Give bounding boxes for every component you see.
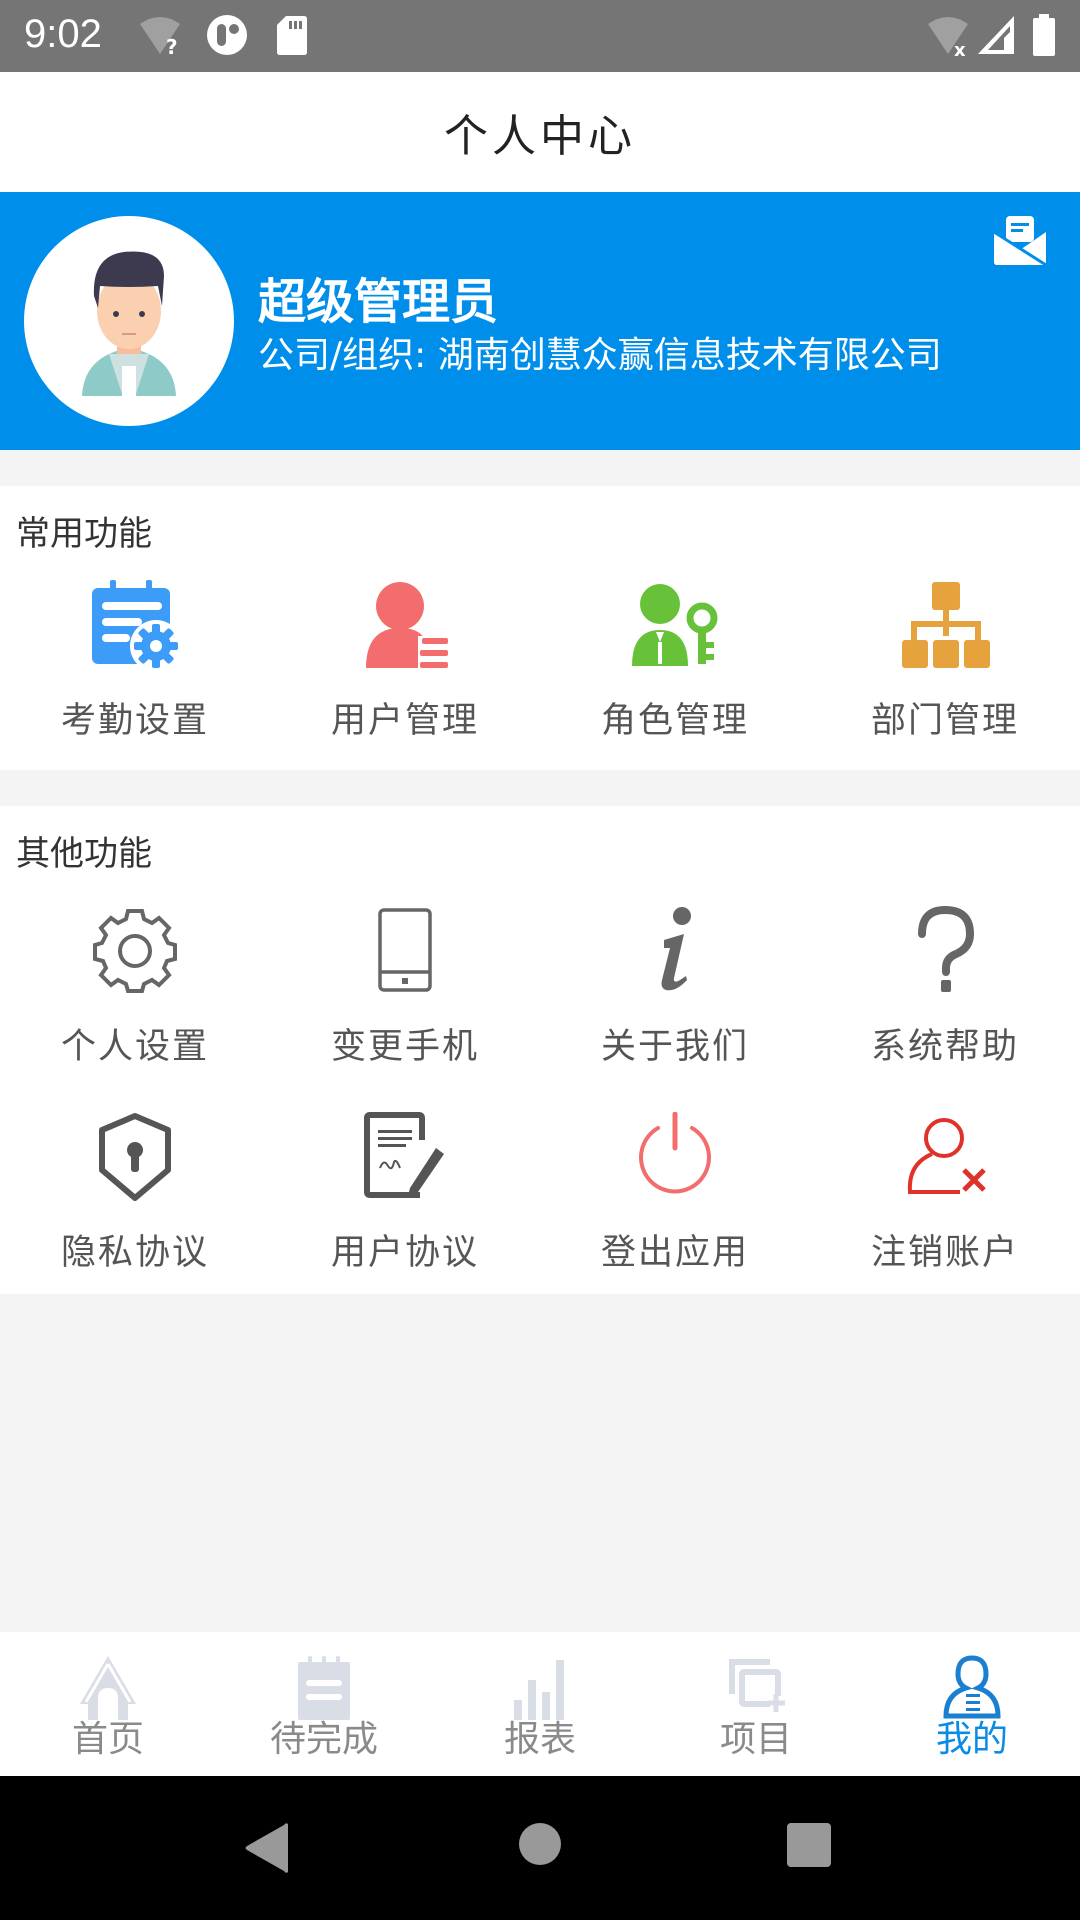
- item-label: 变更手机: [330, 1027, 479, 1067]
- item-label: 登出应用: [600, 1233, 749, 1273]
- item-label: 隐私协议: [60, 1233, 209, 1273]
- section-title: 其他功能: [16, 834, 152, 874]
- logout-item[interactable]: 登出应用: [540, 1112, 810, 1282]
- other-functions-section: 其他功能 个人设置 变更手机 关于我们 系统帮助 隐私协议 用户协议 登出应用 …: [0, 806, 1080, 1294]
- section-title: 常用功能: [16, 514, 152, 554]
- help-question-icon: [918, 906, 975, 992]
- tab-mine[interactable]: 我的: [864, 1632, 1080, 1776]
- tab-report[interactable]: 报表: [432, 1632, 648, 1776]
- delete-account-item[interactable]: 注销账户: [810, 1112, 1080, 1282]
- tab-label: 待完成: [269, 1719, 378, 1760]
- privacy-shield-icon: [99, 1113, 171, 1201]
- about-us-item[interactable]: 关于我们: [540, 906, 810, 1076]
- gear-icon: [93, 909, 177, 993]
- system-navigation-bar: [0, 1776, 1080, 1920]
- back-icon[interactable]: [244, 1822, 290, 1874]
- phone-icon: [378, 908, 432, 992]
- user-management-icon: [366, 582, 448, 670]
- remove-user-icon: [907, 1118, 986, 1194]
- change-phone-item[interactable]: 变更手机: [270, 906, 540, 1076]
- status-time: 9:02: [24, 12, 102, 56]
- org-chart-icon: [902, 582, 990, 668]
- role-management-item[interactable]: 角色管理: [540, 580, 810, 750]
- cell-signal-icon: [978, 16, 1014, 54]
- tab-label: 项目: [719, 1719, 792, 1760]
- envelope-open-icon[interactable]: [992, 212, 1048, 268]
- item-label: 考勤设置: [60, 701, 209, 741]
- home-circle-icon[interactable]: [518, 1822, 562, 1866]
- user-name: 超级管理员: [258, 274, 499, 330]
- item-label: 注销账户: [870, 1233, 1019, 1273]
- tab-home[interactable]: 首页: [0, 1632, 216, 1776]
- app-notification-icon: [207, 15, 247, 55]
- attendance-settings-item[interactable]: 考勤设置: [0, 580, 270, 750]
- page-title: 个人中心: [444, 111, 636, 162]
- tab-project[interactable]: 项目: [648, 1632, 864, 1776]
- recents-square-icon[interactable]: [786, 1822, 832, 1868]
- item-label: 部门管理: [870, 701, 1019, 741]
- sd-card-icon: [277, 16, 307, 55]
- organization-name: 公司/组织: 湖南创慧众赢信息技术有限公司: [258, 335, 942, 376]
- common-functions-section: 常用功能 考勤设置 用户管理 角色管理 部门管理: [0, 486, 1080, 770]
- item-label: 用户管理: [330, 701, 479, 741]
- item-label: 用户协议: [330, 1233, 479, 1273]
- user-agreement-item[interactable]: 用户协议: [270, 1112, 540, 1282]
- privacy-policy-item[interactable]: 隐私协议: [0, 1112, 270, 1282]
- department-management-item[interactable]: 部门管理: [810, 580, 1080, 750]
- tab-label: 报表: [503, 1719, 576, 1760]
- system-help-item[interactable]: 系统帮助: [810, 906, 1080, 1076]
- tab-label: 首页: [71, 1719, 144, 1760]
- wifi-unknown-icon: ?: [140, 17, 180, 56]
- attendance-settings-icon: [92, 580, 180, 670]
- app-header: 个人中心: [0, 72, 1080, 192]
- svg-text:?: ?: [166, 35, 178, 56]
- avatar[interactable]: [24, 216, 234, 426]
- avatar-illustration-icon: [82, 251, 176, 398]
- wifi-off-icon: x: [928, 17, 968, 56]
- agreement-sign-icon: [364, 1112, 444, 1198]
- power-icon: [639, 1112, 711, 1194]
- tab-todo[interactable]: 待完成: [216, 1632, 432, 1776]
- profile-banner[interactable]: 超级管理员 公司/组织: 湖南创慧众赢信息技术有限公司: [0, 192, 1080, 450]
- info-icon: [661, 907, 691, 991]
- svg-text:x: x: [954, 40, 966, 56]
- user-management-item[interactable]: 用户管理: [270, 580, 540, 750]
- item-label: 关于我们: [600, 1027, 749, 1067]
- item-label: 角色管理: [600, 701, 749, 741]
- bottom-nav: 首页 待完成 报表 项目 我的: [0, 1632, 1080, 1776]
- item-label: 个人设置: [60, 1027, 209, 1067]
- status-bar: 9:02 ? x: [0, 0, 1080, 72]
- tab-label: 我的: [935, 1719, 1008, 1760]
- item-label: 系统帮助: [870, 1027, 1019, 1067]
- battery-icon: [1033, 14, 1055, 56]
- role-key-icon: [632, 584, 718, 666]
- personal-settings-item[interactable]: 个人设置: [0, 906, 270, 1076]
